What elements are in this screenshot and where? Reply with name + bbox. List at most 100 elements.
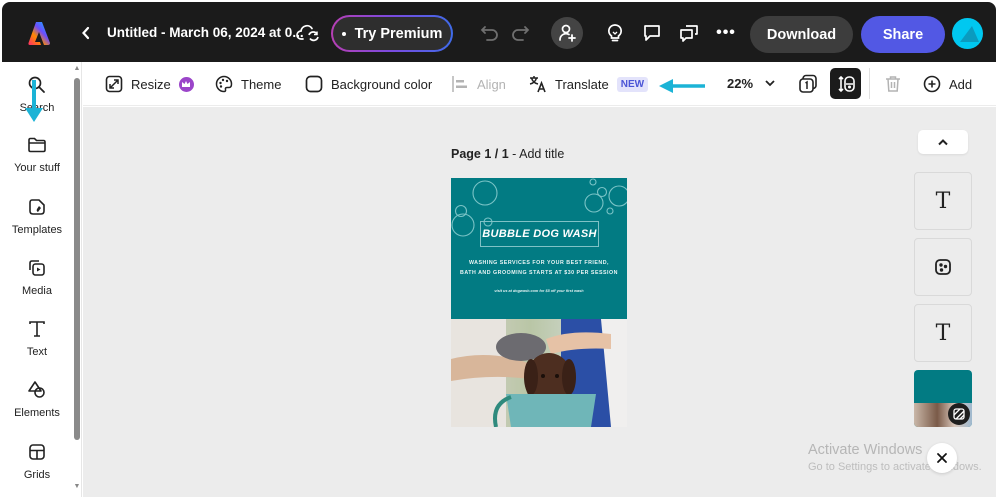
theme-label: Theme — [241, 76, 282, 92]
user-avatar[interactable] — [952, 18, 983, 49]
align-icon — [452, 76, 467, 92]
translate-label: Translate — [555, 76, 609, 92]
lightbulb-icon — [607, 24, 623, 42]
layers-button[interactable] — [830, 68, 861, 99]
design-subtitle-line-1[interactable]: WASHING SERVICES FOR YOUR BEST FRIEND, — [451, 260, 627, 266]
sidebar-item-label: Grids — [23, 469, 51, 481]
remove-background-button[interactable] — [948, 403, 970, 425]
cloud-sync-icon[interactable] — [296, 22, 322, 44]
scroll-up-arrow[interactable]: ▲ — [73, 65, 81, 72]
document-title[interactable]: Untitled - March 06, 2024 at 0... — [107, 25, 304, 40]
premium-crown-icon — [178, 76, 194, 92]
sidebar-item-label: Media — [22, 285, 52, 297]
app-window: Untitled - March 06, 2024 at 0... Try Pr… — [0, 0, 1000, 500]
design-title[interactable]: BUBBLE DOG WASH — [480, 221, 599, 247]
share-button[interactable]: Share — [861, 16, 945, 53]
pages-icon[interactable] — [798, 74, 818, 94]
try-premium-label: Try Premium — [354, 25, 443, 42]
sidebar-item-label: Elements — [14, 407, 60, 419]
zoom-level[interactable]: 22% — [727, 76, 753, 91]
premium-dot-icon — [341, 31, 346, 36]
sidebar-item-label: Your stuff — [14, 162, 60, 174]
close-button[interactable] — [927, 443, 957, 473]
templates-icon — [26, 196, 48, 218]
comments-icon — [680, 25, 698, 42]
add-button[interactable]: Add — [923, 74, 972, 94]
design-page[interactable]: BUBBLE DOG WASH WASHING SERVICES FOR YOU… — [451, 178, 627, 427]
undo-button[interactable] — [477, 20, 503, 46]
invite-button[interactable] — [551, 17, 583, 49]
chevron-left-icon — [82, 26, 90, 40]
collapse-layers-button[interactable] — [918, 130, 968, 154]
design-promo-text[interactable]: visit us at dogwash.com for $5 off your … — [451, 289, 627, 293]
grid-icon — [26, 441, 48, 463]
download-button[interactable]: Download — [750, 16, 853, 53]
resize-icon — [105, 75, 123, 93]
editor-toolbar: Resize Theme Background color Align Tran… — [83, 62, 996, 106]
add-user-icon — [559, 24, 576, 42]
activate-windows-title: Activate Windows — [808, 442, 923, 458]
design-subtitle-line-2[interactable]: BATH AND GROOMING STARTS AT $30 PER SESS… — [451, 270, 627, 276]
dog-wash-photo[interactable] — [451, 319, 627, 427]
remove-background-icon — [953, 408, 965, 420]
background-color-swatch-icon — [305, 75, 323, 93]
top-bar: Untitled - March 06, 2024 at 0... Try Pr… — [2, 2, 996, 62]
plus-circle-icon — [923, 75, 941, 93]
text-layer-icon: T — [935, 188, 951, 214]
comment-icon — [644, 25, 660, 41]
align-label: Align — [477, 76, 506, 92]
scroll-down-arrow[interactable]: ▼ — [73, 483, 81, 490]
layer-text-1[interactable]: T — [914, 172, 972, 230]
image-layer-icon — [935, 259, 951, 275]
sidebar-item-grids[interactable]: Grids — [2, 441, 72, 481]
close-icon — [937, 453, 947, 463]
back-button[interactable] — [76, 22, 96, 44]
shapes-icon — [26, 379, 48, 401]
annotation-arrow-down-icon — [25, 80, 43, 122]
sidebar-item-your-stuff[interactable]: Your stuff — [2, 134, 72, 174]
undo-icon — [480, 26, 498, 41]
try-premium-button[interactable]: Try Premium — [331, 15, 453, 52]
sidebar-scrollbar[interactable]: ▲ ▼ — [73, 64, 81, 494]
background-color-label: Background color — [331, 76, 433, 92]
new-badge: NEW — [616, 76, 649, 92]
translate-button[interactable]: Translate NEW — [529, 74, 649, 94]
theme-button[interactable]: Theme — [215, 74, 281, 94]
chevron-up-icon — [938, 139, 948, 146]
page-label[interactable]: Page 1 / 1 - Add title — [451, 147, 564, 161]
avatar-image — [960, 26, 979, 42]
sidebar-item-media[interactable]: Media — [2, 257, 72, 297]
scroll-thumb[interactable] — [74, 78, 80, 440]
chevron-down-icon[interactable] — [763, 75, 777, 91]
comments-panel-button[interactable] — [676, 20, 702, 46]
redo-button[interactable] — [507, 20, 533, 46]
resize-button[interactable]: Resize — [105, 74, 194, 94]
sidebar-item-templates[interactable]: Templates — [2, 196, 72, 236]
page-number: Page 1 / 1 — [451, 147, 509, 161]
toolbar-divider — [869, 68, 870, 99]
ideas-button[interactable] — [602, 20, 628, 46]
folder-icon — [26, 134, 48, 156]
add-title-link[interactable]: - Add title — [509, 147, 564, 161]
resize-label: Resize — [131, 76, 171, 92]
annotation-arrow-left-icon — [659, 79, 705, 93]
more-options-button[interactable]: ••• — [713, 20, 739, 46]
sidebar-item-label: Text — [26, 346, 48, 358]
media-icon — [26, 257, 48, 279]
sidebar-item-elements[interactable]: Elements — [2, 379, 72, 419]
left-sidebar: Search Your stuff Templates Media Text E… — [2, 62, 82, 497]
canvas-area[interactable]: Page 1 / 1 - Add title BUBBLE DOG WASH W… — [83, 107, 996, 497]
translate-icon — [529, 76, 546, 93]
sidebar-item-text[interactable]: Text — [2, 318, 72, 358]
bubbles-decoration — [451, 178, 627, 237]
layer-image[interactable] — [914, 238, 972, 296]
comment-button[interactable] — [639, 20, 665, 46]
trash-icon[interactable] — [883, 74, 903, 94]
adobe-express-logo[interactable] — [26, 20, 52, 46]
align-button[interactable]: Align — [451, 74, 506, 94]
layer-text-2[interactable]: T — [914, 304, 972, 362]
sidebar-item-label: Templates — [11, 224, 63, 236]
text-layer-icon: T — [935, 320, 951, 346]
background-color-button[interactable]: Background color — [305, 74, 432, 94]
layers-icon — [837, 75, 855, 92]
